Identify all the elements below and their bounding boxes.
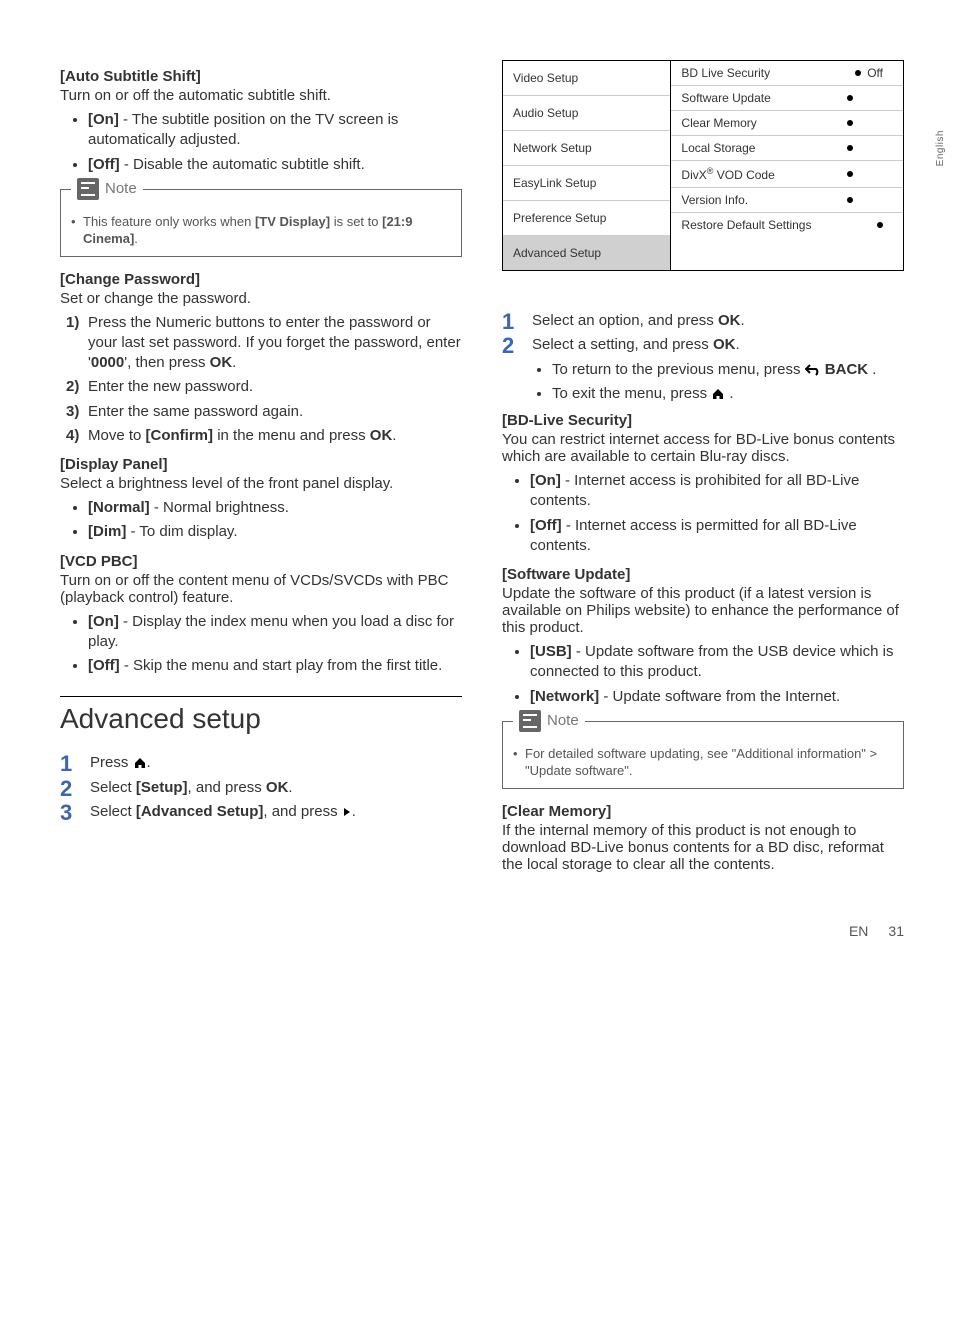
auto-subtitle-desc: Turn on or off the automatic subtitle sh… bbox=[60, 87, 462, 104]
auto-subtitle-off: [Off] - Disable the automatic subtitle s… bbox=[88, 155, 462, 175]
menu-easylink-setup[interactable]: EasyLink Setup bbox=[503, 166, 670, 201]
menu-restore-defaults[interactable]: Restore Default Settings bbox=[671, 213, 903, 237]
pw-step-4: Move to [Confirm] in the menu and press … bbox=[66, 426, 462, 446]
note-box-2: Note For detailed software updating, see… bbox=[502, 721, 904, 789]
menu-software-update[interactable]: Software Update bbox=[671, 86, 903, 111]
bd-live-desc: You can restrict internet access for BD-… bbox=[502, 431, 904, 465]
footer-page-number: 31 bbox=[888, 923, 904, 939]
auto-subtitle-on: [On] - The subtitle position on the TV s… bbox=[88, 110, 462, 151]
vcd-desc: Turn on or off the content menu of VCDs/… bbox=[60, 572, 462, 606]
clear-memory-desc: If the internal memory of this product i… bbox=[502, 822, 904, 873]
software-update-desc: Update the software of this product (if … bbox=[502, 585, 904, 636]
left-column: [Auto Subtitle Shift] Turn on or off the… bbox=[60, 60, 462, 879]
home-icon bbox=[711, 387, 725, 401]
note-label-text: Note bbox=[547, 712, 579, 729]
vcd-title: [VCD PBC] bbox=[60, 553, 462, 570]
menu-network-setup[interactable]: Network Setup bbox=[503, 131, 670, 166]
change-password-desc: Set or change the password. bbox=[60, 290, 462, 307]
note-box-1: Note This feature only works when [TV Di… bbox=[60, 189, 462, 257]
pw-step-1: Press the Numeric buttons to enter the p… bbox=[66, 313, 462, 374]
right-column: Video Setup Audio Setup Network Setup Ea… bbox=[502, 60, 904, 879]
software-usb: [USB] - Update software from the USB dev… bbox=[530, 642, 904, 683]
vcd-off: [Off] - Skip the menu and start play fro… bbox=[88, 656, 462, 676]
language-tab: English bbox=[935, 130, 946, 166]
menu-bd-live-security[interactable]: BD Live Security Off bbox=[671, 61, 903, 86]
bd-live-on: [On] - Internet access is prohibited for… bbox=[530, 471, 904, 512]
adv-step-3: Select [Advanced Setup], and press . bbox=[60, 802, 462, 822]
back-icon bbox=[805, 364, 821, 376]
menu-clear-memory[interactable]: Clear Memory bbox=[671, 111, 903, 136]
note-2-content: For detailed software updating, see "Add… bbox=[513, 746, 893, 780]
menu-local-storage[interactable]: Local Storage bbox=[671, 136, 903, 161]
adv-step-5: Select a setting, and press OK. To retur… bbox=[502, 335, 904, 404]
menu-divx-vod[interactable]: DivX® VOD Code bbox=[671, 161, 903, 188]
bd-live-title: [BD-Live Security] bbox=[502, 412, 904, 429]
section-divider bbox=[60, 696, 462, 697]
page-footer: EN 31 bbox=[0, 919, 954, 969]
display-dim: [Dim] - To dim display. bbox=[88, 522, 462, 542]
display-normal: [Normal] - Normal brightness. bbox=[88, 498, 462, 518]
display-panel-desc: Select a brightness level of the front p… bbox=[60, 475, 462, 492]
note-label-text: Note bbox=[105, 180, 137, 197]
adv-step-2: Select [Setup], and press OK. bbox=[60, 778, 462, 798]
menu-advanced-setup[interactable]: Advanced Setup bbox=[503, 236, 670, 270]
menu-version-info[interactable]: Version Info. bbox=[671, 188, 903, 213]
advanced-setup-menu: Video Setup Audio Setup Network Setup Ea… bbox=[502, 60, 904, 271]
adv-step-4: Select an option, and press OK. bbox=[502, 311, 904, 331]
adv-step-1: Press . bbox=[60, 753, 462, 773]
software-network: [Network] - Update software from the Int… bbox=[530, 687, 904, 707]
clear-memory-title: [Clear Memory] bbox=[502, 803, 904, 820]
adv-step-5-back: To return to the previous menu, press BA… bbox=[552, 360, 904, 380]
software-update-title: [Software Update] bbox=[502, 566, 904, 583]
bd-live-off: [Off] - Internet access is permitted for… bbox=[530, 516, 904, 557]
auto-subtitle-title: [Auto Subtitle Shift] bbox=[60, 68, 462, 85]
note-icon bbox=[77, 178, 99, 200]
menu-preference-setup[interactable]: Preference Setup bbox=[503, 201, 670, 236]
pw-step-2: Enter the new password. bbox=[66, 377, 462, 397]
advanced-setup-heading: Advanced setup bbox=[60, 703, 462, 735]
display-panel-title: [Display Panel] bbox=[60, 456, 462, 473]
footer-lang: EN bbox=[849, 923, 868, 939]
vcd-on: [On] - Display the index menu when you l… bbox=[88, 612, 462, 653]
note-1-content: This feature only works when [TV Display… bbox=[71, 214, 451, 248]
adv-step-5-exit: To exit the menu, press . bbox=[552, 384, 904, 404]
note-icon bbox=[519, 710, 541, 732]
play-right-icon bbox=[342, 807, 352, 817]
menu-video-setup[interactable]: Video Setup bbox=[503, 61, 670, 96]
change-password-title: [Change Password] bbox=[60, 271, 462, 288]
pw-step-3: Enter the same password again. bbox=[66, 402, 462, 422]
menu-audio-setup[interactable]: Audio Setup bbox=[503, 96, 670, 131]
home-icon bbox=[133, 756, 147, 770]
